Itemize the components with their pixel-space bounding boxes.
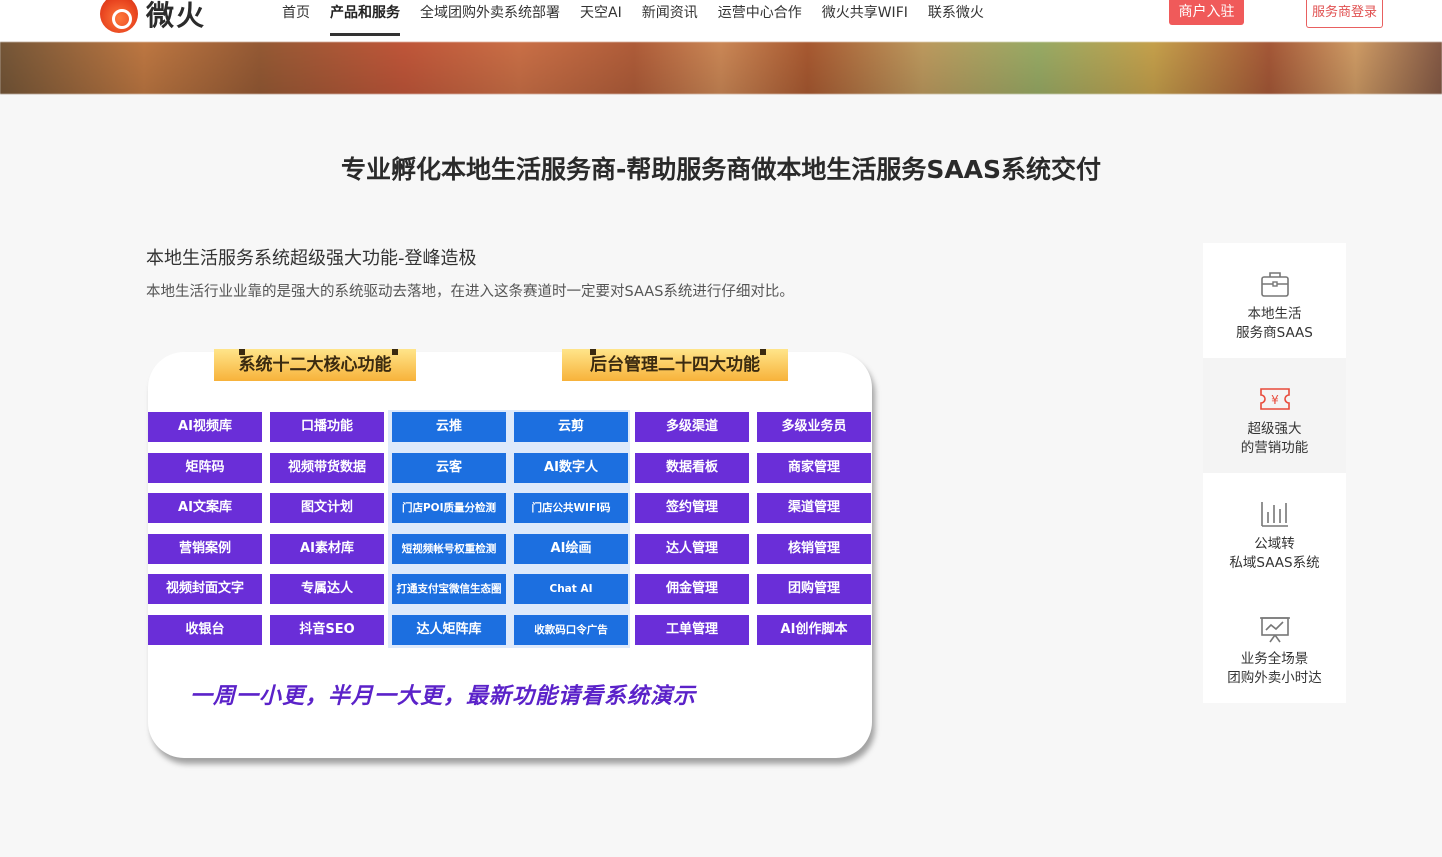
ribbon-core-features: 系统十二大核心功能 — [214, 349, 416, 381]
top-header: 微火 首页 产品和服务 全域团购外卖系统部署 天空AI 新闻资讯 运营中心合作 … — [0, 0, 1442, 42]
section-description: 本地生活行业业靠的是强大的系统驱动去落地，在进入这条赛道时一定要对SAAS系统进… — [146, 284, 794, 300]
bar-chart-icon — [1260, 502, 1288, 527]
feature-cell: 核销管理 — [757, 534, 871, 564]
feature-cell: 图文计划 — [270, 493, 384, 523]
feature-card: 系统十二大核心功能 后台管理二十四大功能 AI视频库 口播功能 云推 云剪 多级渠道 多级… — [148, 349, 872, 758]
nav-item-home[interactable]: 首页 — [282, 0, 310, 42]
feature-cell: 商家管理 — [757, 453, 871, 483]
svg-text:¥: ¥ — [1271, 393, 1279, 407]
feature-cell: 视频带货数据 — [270, 453, 384, 483]
flame-logo-icon — [100, 0, 138, 33]
feature-cell: 视频封面文字 — [148, 574, 262, 604]
feature-cell: 团购管理 — [757, 574, 871, 604]
feature-cell: 达人矩阵库 — [392, 615, 506, 645]
section-subtitle: 本地生活服务系统超级强大功能-登峰造极 — [146, 248, 477, 269]
feature-cell: 多级业务员 — [757, 412, 871, 442]
side-item-private-domain[interactable]: 公域转 私域SAAS系统 — [1203, 473, 1346, 588]
side-label-line2: 私域SAAS系统 — [1229, 555, 1320, 571]
nav-item-news[interactable]: 新闻资讯 — [642, 0, 698, 42]
side-label-line2: 团购外卖小时达 — [1227, 670, 1322, 686]
feature-cell: 云推 — [392, 412, 506, 442]
nav-item-products[interactable]: 产品和服务 — [330, 0, 400, 42]
feature-cell: 多级渠道 — [635, 412, 749, 442]
logo[interactable]: 微火 — [100, 0, 206, 34]
feature-cell: 收款码口令广告 — [514, 615, 628, 645]
banner-image — [0, 42, 1442, 94]
feature-cell: 数据看板 — [635, 453, 749, 483]
feature-cell: 云客 — [392, 453, 506, 483]
update-slogan: 一周一小更，半月一大更，最新功能请看系统演示 — [190, 684, 697, 709]
side-label-line2: 的营销功能 — [1240, 440, 1309, 456]
feature-cell: 达人管理 — [635, 534, 749, 564]
nav-item-deployment[interactable]: 全域团购外卖系统部署 — [420, 0, 560, 42]
side-label-line2: 服务商SAAS — [1236, 325, 1313, 341]
feature-cell: 打通支付宝微信生态圈 — [392, 574, 506, 604]
side-label-line1: 公域转 — [1254, 536, 1295, 552]
feature-cell: 收银台 — [148, 615, 262, 645]
feature-cell: AI文案库 — [148, 493, 262, 523]
side-label-line1: 本地生活 — [1247, 306, 1302, 322]
feature-cell: AI数字人 — [514, 453, 628, 483]
feature-cell: 工单管理 — [635, 615, 749, 645]
feature-cell: 门店公共WIFI码 — [514, 493, 628, 523]
side-panel: 本地生活 服务商SAAS ¥ 超级强大 的营销功能 公域转 私域SAAS系统 业… — [1203, 243, 1346, 703]
page-title: 专业孵化本地生活服务商-帮助服务商做本地生活服务SAAS系统交付 — [340, 155, 1102, 184]
grid-highlight-bg — [388, 410, 630, 648]
main-nav: 首页 产品和服务 全域团购外卖系统部署 天空AI 新闻资讯 运营中心合作 微火共… — [282, 0, 1004, 42]
feature-cell: 营销案例 — [148, 534, 262, 564]
briefcase-icon — [1260, 272, 1289, 297]
feature-cell: AI创作脚本 — [757, 615, 871, 645]
feature-cell: 矩阵码 — [148, 453, 262, 483]
feature-cell: 口播功能 — [270, 412, 384, 442]
side-item-full-scene[interactable]: 业务全场景 团购外卖小时达 — [1203, 588, 1346, 703]
feature-cell: 短视频帐号权重检测 — [392, 534, 506, 564]
nav-item-shared-wifi[interactable]: 微火共享WIFI — [822, 0, 908, 42]
merchant-join-button[interactable]: 商户入驻 — [1169, 0, 1244, 25]
ribbon-admin-features: 后台管理二十四大功能 — [562, 349, 788, 381]
feature-cell: 渠道管理 — [757, 493, 871, 523]
nav-item-operation-center[interactable]: 运营中心合作 — [718, 0, 802, 42]
feature-cell: 签约管理 — [635, 493, 749, 523]
feature-cell: AI视频库 — [148, 412, 262, 442]
nav-item-sky-ai[interactable]: 天空AI — [580, 0, 622, 42]
feature-cell: AI绘画 — [514, 534, 628, 564]
provider-login-button[interactable]: 服务商登录 — [1306, 0, 1383, 28]
nav-item-contact[interactable]: 联系微火 — [928, 0, 984, 42]
side-label-line1: 业务全场景 — [1240, 651, 1309, 667]
side-item-marketing[interactable]: ¥ 超级强大 的营销功能 — [1203, 358, 1346, 473]
feature-cell: AI素材库 — [270, 534, 384, 564]
coupon-icon: ¥ — [1259, 388, 1290, 410]
presentation-icon — [1259, 617, 1290, 643]
side-item-saas[interactable]: 本地生活 服务商SAAS — [1203, 243, 1346, 358]
feature-cell: Chat AI — [514, 574, 628, 604]
feature-cell: 抖音SEO — [270, 615, 384, 645]
feature-cell: 云剪 — [514, 412, 628, 442]
side-label-line1: 超级强大 — [1247, 421, 1302, 437]
feature-cell: 佣金管理 — [635, 574, 749, 604]
feature-cell: 专属达人 — [270, 574, 384, 604]
logo-text: 微火 — [146, 0, 207, 32]
feature-cell: 门店POI质量分检测 — [392, 493, 506, 523]
